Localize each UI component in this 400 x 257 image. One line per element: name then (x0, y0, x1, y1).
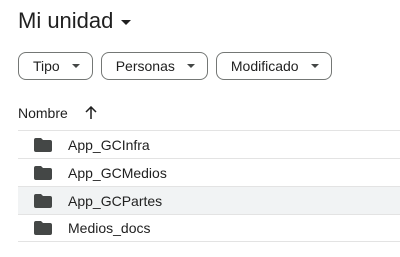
folder-icon (34, 165, 52, 180)
file-row[interactable]: Medios_docs (18, 214, 400, 242)
column-header-name[interactable]: Nombre (18, 105, 68, 121)
caret-down-icon (71, 64, 80, 68)
file-name: App_GCInfra (68, 136, 150, 153)
folder-icon (34, 137, 52, 152)
file-row[interactable]: App_GCMedios (18, 158, 400, 186)
filter-chip-type[interactable]: Tipo (18, 52, 93, 80)
file-name: App_GCPartes (68, 192, 163, 209)
file-row[interactable]: App_GCPartes (18, 186, 400, 214)
caret-down-icon (310, 64, 319, 68)
caret-down-icon (186, 64, 195, 68)
file-name: Medios_docs (68, 220, 151, 236)
page-title: Mi unidad (18, 8, 114, 33)
filter-bar: Tipo Personas Modificado (18, 52, 332, 80)
folder-icon (34, 193, 52, 208)
filter-chip-modified[interactable]: Modificado (215, 52, 332, 80)
file-name: App_GCMedios (68, 164, 167, 181)
sort-ascending-icon[interactable] (84, 106, 98, 120)
drive-location-dropdown[interactable]: Mi unidad (18, 6, 132, 36)
filter-chip-label: Personas (115, 58, 175, 74)
caret-down-icon (121, 19, 132, 25)
column-header-row: Nombre (18, 100, 98, 126)
file-row[interactable]: App_GCInfra (18, 130, 400, 158)
filter-chip-label: Modificado (230, 58, 299, 74)
folder-icon (34, 221, 52, 235)
filter-chip-label: Tipo (33, 58, 60, 74)
file-list: App_GCInfra App_GCMedios App_GCPartes Me… (18, 130, 400, 242)
filter-chip-people[interactable]: Personas (100, 52, 208, 80)
